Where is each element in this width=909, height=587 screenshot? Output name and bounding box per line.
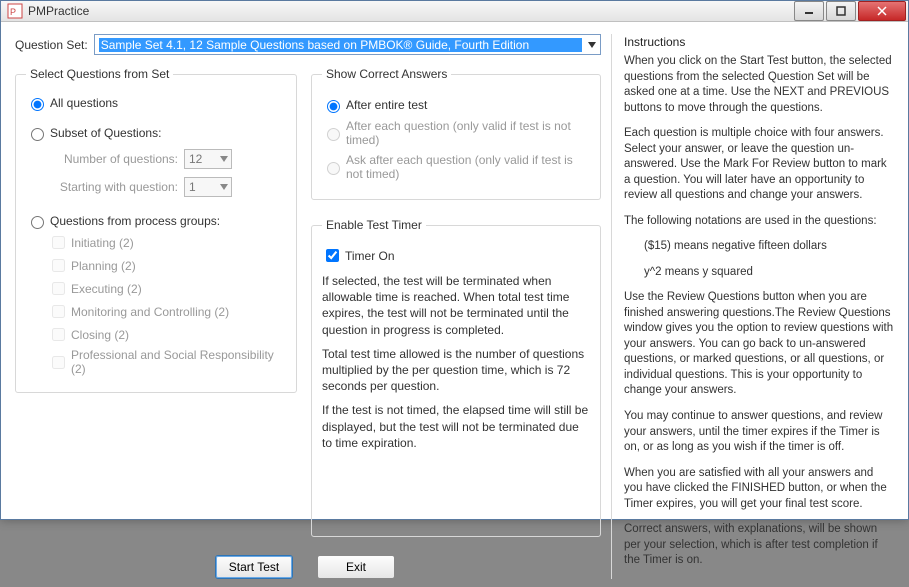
instr-p7: You may continue to answer questions, an… (624, 409, 894, 456)
check-planning-input[interactable] (52, 259, 65, 272)
chevron-down-icon (220, 184, 228, 190)
timer-p3: If the test is not timed, the elapsed ti… (322, 402, 590, 451)
radio-all-questions[interactable]: All questions (26, 95, 286, 111)
check-initiating-label: Initiating (2) (71, 236, 134, 250)
start-question-row: Starting with question: 1 (48, 177, 286, 197)
app-window: P PMPractice Question Set: Sample Set 4.… (0, 0, 909, 520)
radio-groups-label: Questions from process groups: (50, 214, 220, 228)
start-question-label: Starting with question: (48, 180, 178, 194)
question-set-select[interactable]: Sample Set 4.1, 12 Sample Questions base… (94, 34, 601, 55)
titlebar: P PMPractice (1, 1, 908, 22)
check-closing[interactable]: Closing (2) (48, 325, 286, 344)
instr-p9: Correct answers, with explanations, will… (624, 522, 894, 569)
app-icon: P (7, 3, 23, 19)
start-question-select[interactable]: 1 (184, 177, 232, 197)
radio-after-test-input[interactable] (327, 100, 340, 113)
select-questions-fieldset: Select Questions from Set All questions … (15, 67, 297, 393)
question-set-value: Sample Set 4.1, 12 Sample Questions base… (99, 38, 582, 52)
radio-after-each-input[interactable] (327, 128, 340, 141)
num-questions-value: 12 (189, 152, 202, 166)
timer-p2: Total test time allowed is the number of… (322, 346, 590, 395)
radio-all-input[interactable] (31, 98, 44, 111)
timer-fieldset: Enable Test Timer Timer On If selected, … (311, 218, 601, 537)
check-initiating[interactable]: Initiating (2) (48, 233, 286, 252)
check-executing-label: Executing (2) (71, 282, 142, 296)
timer-description: If selected, the test will be terminated… (322, 273, 590, 451)
radio-after-test[interactable]: After entire test (322, 97, 590, 113)
right-options: Show Correct Answers After entire test A… (311, 67, 601, 547)
maximize-button[interactable] (826, 1, 856, 21)
start-question-value: 1 (189, 180, 196, 194)
instr-p6: Use the Review Questions button when you… (624, 290, 894, 399)
sca-legend: Show Correct Answers (322, 67, 451, 81)
timer-legend: Enable Test Timer (322, 218, 426, 232)
instr-p2: Each question is multiple choice with fo… (624, 126, 894, 204)
radio-after-each-label: After each question (only valid if test … (346, 119, 590, 147)
check-monitoring-input[interactable] (52, 305, 65, 318)
check-professional[interactable]: Professional and Social Responsibility (… (48, 348, 286, 376)
question-set-row: Question Set: Sample Set 4.1, 12 Sample … (15, 34, 601, 55)
instructions-panel: Instructions When you click on the Start… (624, 34, 894, 579)
num-questions-select[interactable]: 12 (184, 149, 232, 169)
check-timer-input[interactable] (326, 249, 339, 262)
start-test-button[interactable]: Start Test (215, 555, 293, 579)
check-monitoring[interactable]: Monitoring and Controlling (2) (48, 302, 286, 321)
check-timer-on[interactable]: Timer On (322, 246, 590, 265)
check-timer-label: Timer On (345, 249, 395, 263)
question-set-label: Question Set: (15, 38, 88, 52)
button-row: Start Test Exit (15, 547, 601, 579)
radio-ask-each-input[interactable] (327, 162, 340, 175)
svg-text:P: P (10, 7, 16, 17)
left-options: Select Questions from Set All questions … (15, 67, 297, 547)
instr-p3: The following notations are used in the … (624, 214, 894, 230)
exit-button[interactable]: Exit (317, 555, 395, 579)
check-professional-input[interactable] (52, 356, 65, 369)
minimize-button[interactable] (794, 1, 824, 21)
options-columns: Select Questions from Set All questions … (15, 67, 601, 547)
instr-p8: When you are satisfied with all your ans… (624, 466, 894, 513)
chevron-down-icon (220, 156, 228, 162)
chevron-down-icon (588, 42, 596, 48)
radio-subset-label: Subset of Questions: (50, 126, 161, 140)
num-questions-label: Number of questions: (48, 152, 178, 166)
check-planning[interactable]: Planning (2) (48, 256, 286, 275)
radio-groups-input[interactable] (31, 216, 44, 229)
radio-ask-each-label: Ask after each question (only valid if t… (346, 153, 590, 181)
content-area: Question Set: Sample Set 4.1, 12 Sample … (1, 22, 908, 587)
radio-process-groups[interactable]: Questions from process groups: (26, 213, 286, 229)
check-closing-label: Closing (2) (71, 328, 129, 342)
number-questions-row: Number of questions: 12 (48, 149, 286, 169)
process-groups-list: Initiating (2) Planning (2) Executing (2… (48, 233, 286, 376)
show-correct-answers-fieldset: Show Correct Answers After entire test A… (311, 67, 601, 200)
window-title: PMPractice (28, 4, 792, 18)
radio-subset-input[interactable] (31, 128, 44, 141)
timer-p1: If selected, the test will be terminated… (322, 273, 590, 338)
check-monitoring-label: Monitoring and Controlling (2) (71, 305, 229, 319)
radio-subset[interactable]: Subset of Questions: (26, 125, 286, 141)
check-closing-input[interactable] (52, 328, 65, 341)
check-executing[interactable]: Executing (2) (48, 279, 286, 298)
radio-after-test-label: After entire test (346, 98, 427, 112)
select-questions-legend: Select Questions from Set (26, 67, 173, 81)
check-executing-input[interactable] (52, 282, 65, 295)
radio-ask-each[interactable]: Ask after each question (only valid if t… (322, 153, 590, 181)
instr-p5: y^2 means y squared (624, 265, 894, 281)
main-column: Question Set: Sample Set 4.1, 12 Sample … (15, 34, 612, 579)
instructions-header: Instructions (624, 34, 894, 50)
radio-all-label: All questions (50, 96, 118, 110)
radio-after-each[interactable]: After each question (only valid if test … (322, 119, 590, 147)
close-button[interactable] (858, 1, 906, 21)
window-controls (792, 1, 906, 21)
instr-p4: ($15) means negative fifteen dollars (624, 239, 894, 255)
check-professional-label: Professional and Social Responsibility (… (71, 348, 286, 376)
check-planning-label: Planning (2) (71, 259, 136, 273)
check-initiating-input[interactable] (52, 236, 65, 249)
instr-p1: When you click on the Start Test button,… (624, 54, 894, 116)
